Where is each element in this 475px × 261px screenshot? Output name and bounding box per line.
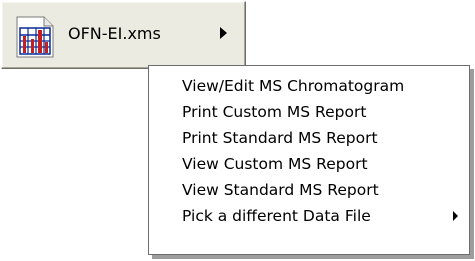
menu-item-print-custom-ms-report[interactable]: Print Custom MS Report [149, 99, 469, 125]
menu-item-label: View Standard MS Report [182, 181, 379, 199]
menu-item-pick-different-data-file[interactable]: Pick a different Data File [149, 203, 469, 229]
submenu-arrow-icon [453, 211, 458, 221]
menu-item-label: Print Standard MS Report [182, 129, 378, 147]
chromatogram-document-icon [16, 16, 54, 58]
menu-item-label: View/Edit MS Chromatogram [182, 77, 405, 95]
data-file-name: OFN-EI.xms [68, 24, 161, 43]
data-file-button[interactable]: OFN-EI.xms [1, 1, 246, 69]
menu-item-view-edit-ms-chromatogram[interactable]: View/Edit MS Chromatogram [149, 73, 469, 99]
menu-item-view-standard-ms-report[interactable]: View Standard MS Report [149, 177, 469, 203]
menu-item-label: Print Custom MS Report [182, 103, 367, 121]
menu-item-label: Pick a different Data File [182, 207, 371, 225]
context-menu: View/Edit MS Chromatogram Print Custom M… [148, 65, 470, 255]
triangle-right-icon [220, 27, 227, 39]
menu-item-label: View Custom MS Report [182, 155, 368, 173]
menu-item-view-custom-ms-report[interactable]: View Custom MS Report [149, 151, 469, 177]
menu-item-print-standard-ms-report[interactable]: Print Standard MS Report [149, 125, 469, 151]
